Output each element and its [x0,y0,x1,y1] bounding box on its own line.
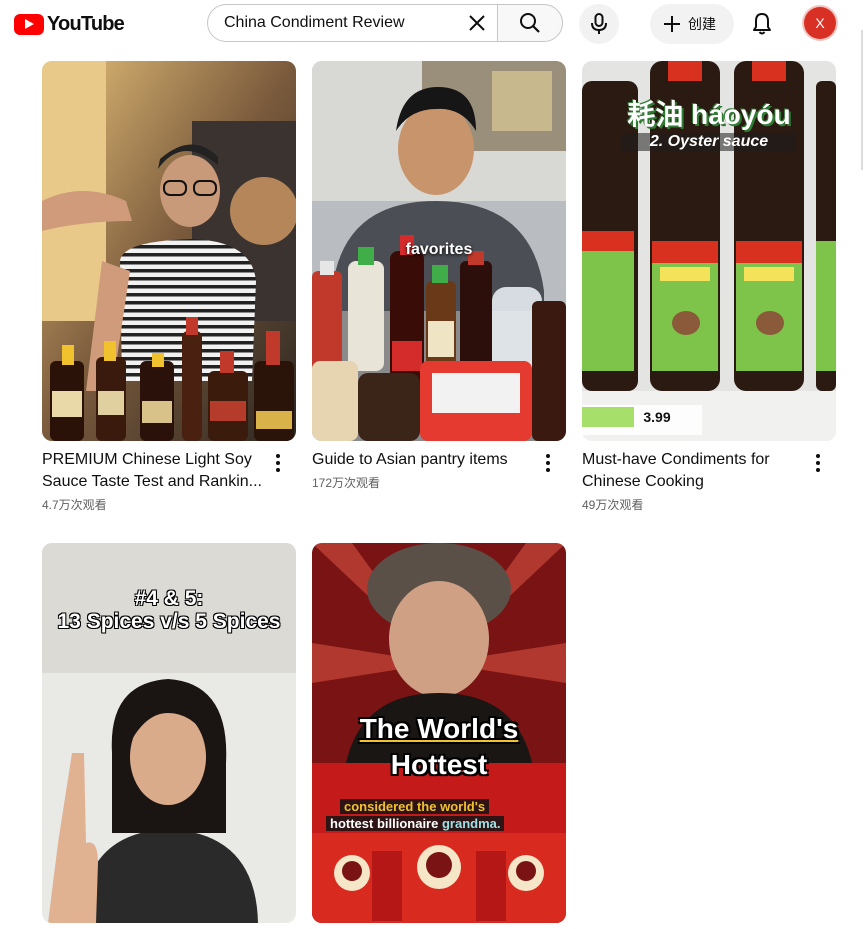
more-actions-button[interactable] [536,451,560,475]
voice-search-button[interactable] [579,4,619,44]
video-card[interactable]: PREMIUM Chinese Light Soy Sauce Taste Te… [42,61,296,513]
clear-search-button[interactable] [461,7,493,39]
video-card[interactable]: The World's Hottest considered the world… [312,543,566,923]
caption-highlight: grandma. [441,816,501,831]
thumbnail-overlay-line1: The World's [359,713,519,744]
search-icon [520,13,540,33]
thumbnail-overlay-subtitle: 2. Oyster sauce [622,133,796,151]
youtube-logo-icon [14,13,44,35]
video-thumbnail[interactable]: The World's Hottest considered the world… [312,543,566,923]
caption-line2: hottest billionaire [330,816,442,831]
notifications-button[interactable] [742,4,782,44]
youtube-logo[interactable]: YouTube [14,6,130,42]
more-actions-button[interactable] [266,451,290,475]
mic-icon [591,13,607,34]
video-thumbnail[interactable]: 耗油 háoyóu 2. Oyster sauce 3.99 [582,61,836,441]
search-button[interactable] [497,4,563,42]
video-card[interactable]: favorites Guide to Asian pantry items 17… [312,61,566,491]
search-input[interactable]: China Condiment Review [224,14,461,32]
video-title[interactable]: PREMIUM Chinese Light Soy Sauce Taste Te… [42,449,262,493]
view-count: 49万次观看 [582,498,644,512]
scrollbar[interactable] [861,30,863,170]
video-thumbnail[interactable] [42,61,296,441]
clear-icon [469,15,485,31]
video-card[interactable]: 耗油 háoyóu 2. Oyster sauce 3.99 Must-have… [582,61,836,513]
video-thumbnail[interactable]: #4 & 5: 13 Spices v/s 5 Spices [42,543,296,923]
thumbnail-overlay-line1: #4 & 5: [134,587,204,610]
masthead: YouTube China Condiment Review 创建 X [0,0,864,50]
video-title[interactable]: Guide to Asian pantry items [312,449,532,471]
more-actions-button[interactable] [806,451,830,475]
plus-icon [664,16,680,32]
price-tag: 3.99 [643,409,671,425]
logo-text: YouTube [47,12,125,35]
video-title[interactable]: Must-have Condiments for Chinese Cooking [582,449,802,493]
more-vert-icon [816,454,820,472]
bell-icon [753,13,771,35]
view-count: 172万次观看 [312,476,381,490]
video-card[interactable]: #4 & 5: 13 Spices v/s 5 Spices [42,543,296,923]
thumbnail-overlay-chinese: 耗油 háoyóu [627,99,791,130]
more-vert-icon [276,454,280,472]
view-count: 4.7万次观看 [42,498,107,512]
search-box[interactable]: China Condiment Review [207,4,497,42]
avatar[interactable]: X [804,7,836,39]
video-thumbnail[interactable]: favorites [312,61,566,441]
thumbnail-image [42,61,296,441]
create-button[interactable]: 创建 [650,4,734,44]
thumbnail-caption: considered the world's hottest billionai… [326,798,552,832]
create-label: 创建 [688,16,716,32]
thumbnail-overlay-text: favorites [405,241,473,258]
more-vert-icon [546,454,550,472]
thumbnail-overlay-line2: 13 Spices v/s 5 Spices [57,610,281,633]
caption-line1: considered the world's [340,799,490,814]
thumbnail-overlay-line2: Hottest [390,749,488,780]
